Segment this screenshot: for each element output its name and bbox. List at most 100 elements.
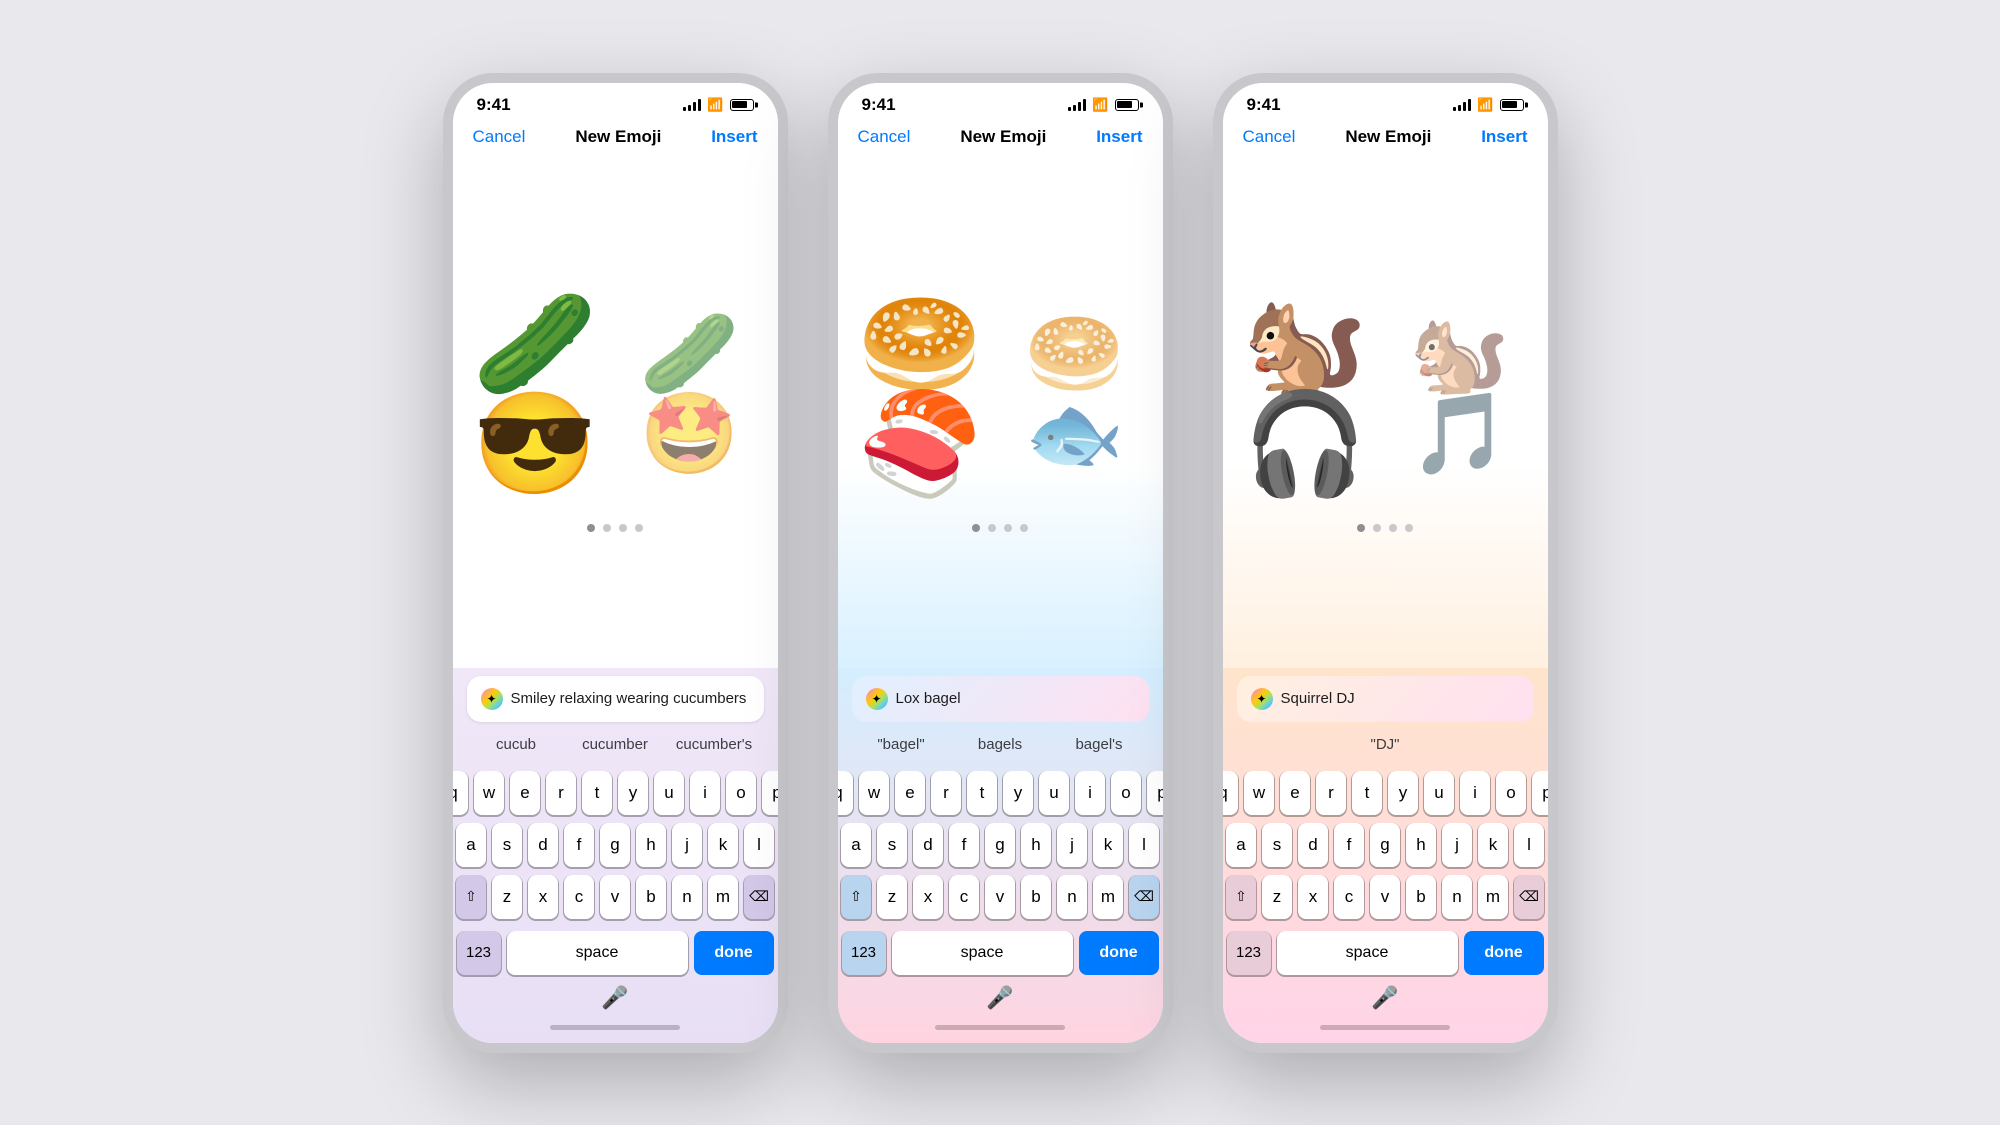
key-c2[interactable]: c (949, 875, 979, 919)
key-t[interactable]: t (582, 771, 612, 815)
key-y3[interactable]: y (1388, 771, 1418, 815)
key-l2[interactable]: l (1129, 823, 1159, 867)
key-123-2[interactable]: 123 (842, 931, 886, 975)
insert-button-3[interactable]: Insert (1481, 127, 1527, 147)
key-123-3[interactable]: 123 (1227, 931, 1271, 975)
key-m[interactable]: m (708, 875, 738, 919)
key-r[interactable]: r (546, 771, 576, 815)
key-q3[interactable]: q (1223, 771, 1239, 815)
key-i2[interactable]: i (1075, 771, 1105, 815)
suggestion-2[interactable]: cucumber (566, 732, 665, 757)
key-x2[interactable]: x (913, 875, 943, 919)
key-l3[interactable]: l (1514, 823, 1544, 867)
key-k[interactable]: k (708, 823, 738, 867)
key-t2[interactable]: t (967, 771, 997, 815)
key-e2[interactable]: e (895, 771, 925, 815)
key-r3[interactable]: r (1316, 771, 1346, 815)
key-f[interactable]: f (564, 823, 594, 867)
key-shift[interactable]: ⇧ (456, 875, 486, 919)
key-a[interactable]: a (456, 823, 486, 867)
key-y[interactable]: y (618, 771, 648, 815)
emoji-secondary-1[interactable]: 🥒🤩 (640, 314, 758, 474)
key-h3[interactable]: h (1406, 823, 1436, 867)
key-u[interactable]: u (654, 771, 684, 815)
key-h2[interactable]: h (1021, 823, 1051, 867)
key-done-1[interactable]: done (694, 931, 774, 975)
key-space-2[interactable]: space (892, 931, 1073, 975)
key-g[interactable]: g (600, 823, 630, 867)
insert-button-1[interactable]: Insert (711, 127, 757, 147)
key-s2[interactable]: s (877, 823, 907, 867)
key-u3[interactable]: u (1424, 771, 1454, 815)
key-v2[interactable]: v (985, 875, 1015, 919)
key-q[interactable]: q (453, 771, 469, 815)
key-space-3[interactable]: space (1277, 931, 1458, 975)
key-z3[interactable]: z (1262, 875, 1292, 919)
key-z2[interactable]: z (877, 875, 907, 919)
suggestion-1b[interactable]: "bagel" (852, 732, 951, 757)
key-u2[interactable]: u (1039, 771, 1069, 815)
key-q2[interactable]: q (838, 771, 854, 815)
emoji-secondary-3[interactable]: 🐿️🎵 (1410, 314, 1528, 474)
key-i[interactable]: i (690, 771, 720, 815)
key-f2[interactable]: f (949, 823, 979, 867)
key-delete2[interactable]: ⌫ (1129, 875, 1159, 919)
key-d2[interactable]: d (913, 823, 943, 867)
key-m2[interactable]: m (1093, 875, 1123, 919)
key-i3[interactable]: i (1460, 771, 1490, 815)
cancel-button-1[interactable]: Cancel (473, 127, 526, 147)
key-g2[interactable]: g (985, 823, 1015, 867)
key-b[interactable]: b (636, 875, 666, 919)
suggestion-1c[interactable]: "DJ" (1237, 732, 1534, 757)
emoji-main-2[interactable]: 🥯🍣 (858, 294, 1005, 494)
key-b2[interactable]: b (1021, 875, 1051, 919)
key-shift3[interactable]: ⇧ (1226, 875, 1256, 919)
key-c[interactable]: c (564, 875, 594, 919)
key-j[interactable]: j (672, 823, 702, 867)
emoji-main-3[interactable]: 🐿️🎧 (1243, 294, 1390, 494)
key-a3[interactable]: a (1226, 823, 1256, 867)
key-n[interactable]: n (672, 875, 702, 919)
key-o2[interactable]: o (1111, 771, 1141, 815)
key-s[interactable]: s (492, 823, 522, 867)
key-v3[interactable]: v (1370, 875, 1400, 919)
key-done-3[interactable]: done (1464, 931, 1544, 975)
suggestion-1[interactable]: cucub (467, 732, 566, 757)
text-field-2[interactable]: ✦ Lox bagel (852, 676, 1149, 722)
key-b3[interactable]: b (1406, 875, 1436, 919)
key-w[interactable]: w (474, 771, 504, 815)
mic-icon-2[interactable]: 🎤 (986, 985, 1013, 1011)
insert-button-2[interactable]: Insert (1096, 127, 1142, 147)
key-h[interactable]: h (636, 823, 666, 867)
key-p[interactable]: p (762, 771, 778, 815)
emoji-secondary-2[interactable]: 🥯🐟 (1025, 314, 1143, 474)
emoji-main-1[interactable]: 🥒😎 (473, 294, 620, 494)
key-a2[interactable]: a (841, 823, 871, 867)
key-j3[interactable]: j (1442, 823, 1472, 867)
text-field-1[interactable]: ✦ Smiley relaxing wearing cucumbers (467, 676, 764, 722)
key-c3[interactable]: c (1334, 875, 1364, 919)
cancel-button-3[interactable]: Cancel (1243, 127, 1296, 147)
key-f3[interactable]: f (1334, 823, 1364, 867)
key-shift2[interactable]: ⇧ (841, 875, 871, 919)
key-y2[interactable]: y (1003, 771, 1033, 815)
mic-icon-1[interactable]: 🎤 (601, 985, 628, 1011)
mic-icon-3[interactable]: 🎤 (1371, 985, 1398, 1011)
key-n3[interactable]: n (1442, 875, 1472, 919)
key-s3[interactable]: s (1262, 823, 1292, 867)
cancel-button-2[interactable]: Cancel (858, 127, 911, 147)
key-k2[interactable]: k (1093, 823, 1123, 867)
key-done-2[interactable]: done (1079, 931, 1159, 975)
text-field-3[interactable]: ✦ Squirrel DJ (1237, 676, 1534, 722)
key-o[interactable]: o (726, 771, 756, 815)
key-o3[interactable]: o (1496, 771, 1526, 815)
key-p2[interactable]: p (1147, 771, 1163, 815)
key-delete3[interactable]: ⌫ (1514, 875, 1544, 919)
suggestion-3[interactable]: cucumber's (665, 732, 764, 757)
key-d[interactable]: d (528, 823, 558, 867)
key-e3[interactable]: e (1280, 771, 1310, 815)
key-t3[interactable]: t (1352, 771, 1382, 815)
key-g3[interactable]: g (1370, 823, 1400, 867)
key-l[interactable]: l (744, 823, 774, 867)
key-r2[interactable]: r (931, 771, 961, 815)
